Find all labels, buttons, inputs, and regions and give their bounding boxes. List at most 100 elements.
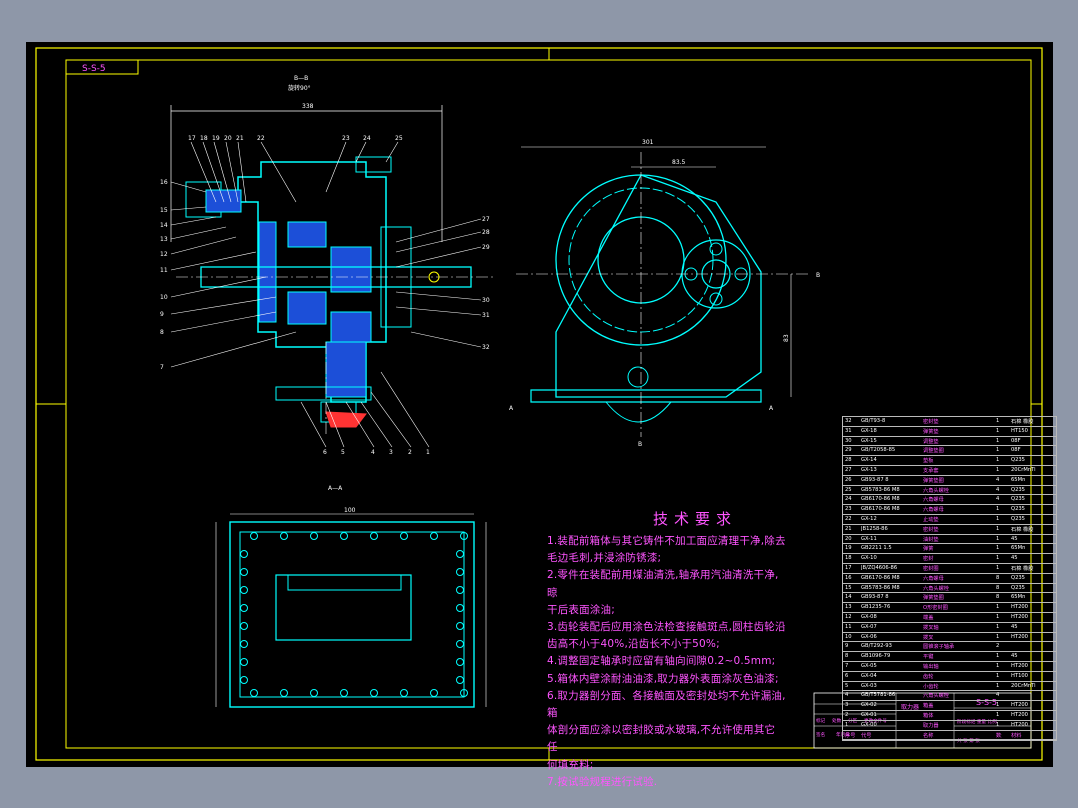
svg-text:30: 30: [482, 297, 490, 304]
bom-table: 32 GB/T93-8 密封垫 1 石棉 橡胶 31 GX-18 弹簧垫 1 HT150 30 GX-…: [842, 416, 1057, 742]
svg-text:83: 83: [783, 334, 790, 342]
bom-cell: GX-03: [861, 682, 877, 689]
bom-row: 2 GX-01 箱体 1 HT200: [843, 711, 1056, 721]
bom-cell: GB6170-86 M8: [861, 506, 900, 513]
bom-row: 3 GX-02 箱盖 1 HT200: [843, 701, 1056, 711]
bom-cell: 65Mn: [1011, 594, 1026, 601]
bom-cell: 2: [845, 711, 849, 718]
flange-hole: [400, 689, 408, 697]
svg-text:23: 23: [342, 135, 350, 142]
bom-cell: GX-07: [861, 623, 877, 630]
bom-row: 28 GX-14 垫板 1 Q235: [843, 456, 1056, 466]
bom-cell: 1: [996, 702, 1000, 709]
bom-cell: 六角螺母: [923, 507, 944, 514]
flange-hole: [456, 550, 464, 558]
bom-cell: JB1258-86: [861, 525, 888, 532]
bom-cell: HT200: [1011, 604, 1028, 611]
svg-text:8: 8: [160, 329, 164, 336]
bom-cell: 21: [845, 525, 852, 532]
bom-cell: 密封垫: [923, 526, 939, 533]
flange-hole: [240, 568, 248, 576]
svg-text:6: 6: [323, 449, 327, 456]
tech-line: 6.取力器剖分面、各接触面及密封处均不允许漏油,: [547, 689, 786, 702]
bom-cell: 31: [845, 427, 852, 434]
bom-cell: GX-04: [861, 672, 877, 679]
bom-cell: 1: [996, 682, 1000, 689]
flange-hole: [340, 532, 348, 540]
bom-row: 18 GX-10 密封 1 45: [843, 554, 1056, 564]
flange-hole: [430, 689, 438, 697]
bom-cell: 11: [845, 623, 852, 630]
tech-line: 任: [547, 741, 558, 754]
bom-cell: 10: [845, 633, 852, 640]
bom-cell: 圆锥滚子轴承: [923, 644, 955, 651]
svg-text:10: 10: [160, 294, 168, 301]
flange-hole: [456, 604, 464, 612]
bom-cell: 5: [845, 682, 849, 689]
bom-cell: 垫板: [923, 458, 934, 465]
bom-cell: GB93-87 8: [861, 594, 889, 601]
bom-cell: 调整垫圈: [923, 448, 944, 455]
bom-cell: 4: [996, 486, 1000, 493]
svg-text:83.5: 83.5: [672, 159, 686, 166]
bom-cell: GX-14: [861, 457, 877, 464]
svg-text:18: 18: [200, 135, 208, 142]
bom-cell: 32: [845, 418, 852, 424]
bom-cell: 1: [996, 623, 1000, 630]
bom-row: 25 GB5783-86 M8 六角头螺栓 4 Q235: [843, 486, 1056, 496]
bom-row: 17 JB/ZQ4606-86 密封圈 1 石棉 橡胶: [843, 564, 1056, 574]
flange-holes: [240, 532, 468, 697]
bom-cell: 拨叉: [923, 634, 934, 641]
bom-cell: 24: [845, 496, 852, 503]
svg-text:16: 16: [160, 179, 168, 186]
section-label: B—B: [294, 75, 308, 82]
bom-cell: GB/T292-93: [861, 643, 892, 650]
flange-hole: [310, 689, 318, 697]
svg-text:2: 2: [408, 449, 412, 456]
bom-cell: 8: [845, 653, 849, 660]
tech-line: 箱: [547, 707, 558, 720]
bom-cell: GX-15: [861, 437, 877, 444]
tech-line: 3.齿轮装配后应用涂色法检查接触斑点,圆柱齿轮沿: [547, 621, 786, 634]
tech-requirements: 技术要求 1.装配前箱体与其它铸件不加工面应清理干净,除去 毛边毛刺,并浸涂防锈…: [547, 509, 832, 791]
bom-cell: 13: [845, 604, 852, 611]
bom-row: 31 GX-18 弹簧垫 1 HT150: [843, 427, 1056, 437]
svg-text:14: 14: [160, 222, 168, 229]
bom-row: 16 GB6170-86 M8 六角螺母 8 Q235: [843, 574, 1056, 584]
bom-cell: 20CrMnTi: [1011, 466, 1036, 473]
flange-hole: [240, 640, 248, 648]
bom-row: 19 GB2211 1.5 弹簧 1 65Mn: [843, 544, 1056, 555]
bom-row: 8 GB1096-79 平键 1 45: [843, 652, 1056, 662]
bom-row: 29 GB/T2058-85 调整垫圈 1 08F: [843, 446, 1056, 457]
bom-cell: 1: [996, 506, 1000, 513]
bom-cell: 22: [845, 515, 852, 522]
drawing-sheet: S-S-5 B—B 旋转90° 338 17 18 19 20 21 22 23…: [26, 42, 1057, 788]
svg-text:3: 3: [389, 449, 393, 456]
bom-cell: 28: [845, 457, 852, 464]
bom-cell: 4: [996, 476, 1000, 483]
flange-hole: [430, 532, 438, 540]
bom-cell: 4: [996, 496, 1000, 503]
svg-text:A: A: [509, 405, 514, 412]
bom-cell: HT200: [1011, 721, 1028, 728]
bom-cell: GX-06: [861, 633, 877, 640]
flange-view-aa: A—A 100: [215, 485, 487, 708]
bom-rows: 32 GB/T93-8 密封垫 1 石棉 橡胶 31 GX-18 弹簧垫 1 HT150 30 GX-…: [843, 417, 1056, 731]
bom-cell: GB93-87 8: [861, 476, 889, 483]
bom-cell: O形密封圈: [923, 605, 948, 612]
bom-cell: 弹簧垫圈: [923, 595, 944, 602]
bom-cell: 29: [845, 447, 852, 454]
bom-cell: 1: [845, 721, 849, 728]
svg-text:24: 24: [363, 135, 371, 142]
bom-cell: 小齿轮: [923, 683, 939, 690]
svg-text:22: 22: [257, 135, 265, 142]
bom-cell: 石棉 橡胶: [1011, 565, 1034, 572]
svg-text:27: 27: [482, 216, 490, 223]
tech-line: 齿高不小于40%,沿齿长不小于50%;: [547, 638, 720, 651]
bom-cell: 45: [1011, 535, 1018, 542]
bom-cell: 1: [996, 653, 1000, 660]
bom-cell: 1: [996, 418, 1000, 424]
svg-text:17: 17: [188, 135, 196, 142]
bom-row: 1 GX-00 取力器 1 HT200: [843, 721, 1056, 731]
svg-text:31: 31: [482, 312, 490, 319]
